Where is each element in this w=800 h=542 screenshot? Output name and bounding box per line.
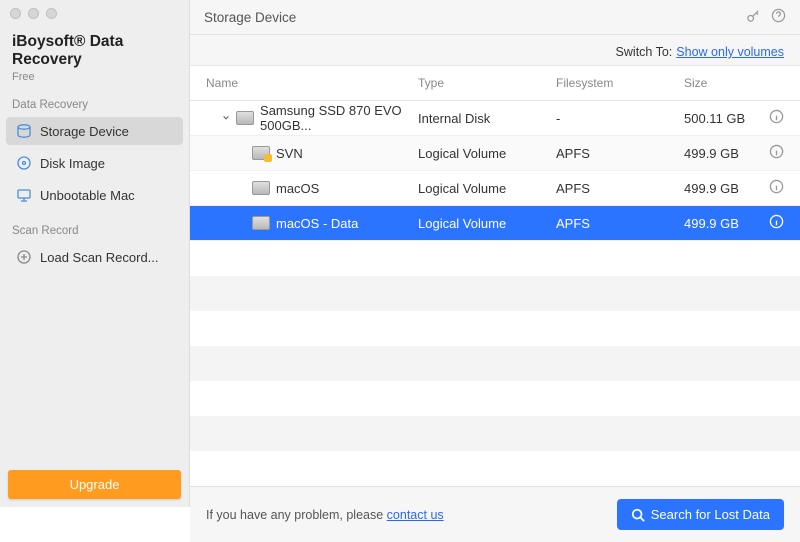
nav-label: Disk Image — [40, 156, 105, 171]
table-body: Samsung SSD 870 EVO 500GB...Internal Dis… — [190, 101, 800, 486]
nav-label: Unbootable Mac — [40, 188, 135, 203]
disk-icon — [236, 111, 254, 125]
upgrade-button[interactable]: Upgrade — [8, 470, 181, 499]
disk-image-icon — [16, 155, 32, 171]
nav-storage-device[interactable]: Storage Device — [6, 117, 183, 145]
contact-link[interactable]: contact us — [387, 508, 444, 522]
nav-label: Storage Device — [40, 124, 129, 139]
table-row[interactable]: macOS Logical VolumeAPFS499.9 GB — [190, 171, 800, 206]
help-icon[interactable] — [771, 8, 786, 26]
section-data-recovery: Data Recovery — [0, 85, 189, 115]
load-icon — [16, 249, 32, 265]
disk-icon — [252, 146, 270, 160]
row-size: 500.11 GB — [684, 111, 760, 126]
col-type: Type — [418, 76, 556, 90]
row-fs: - — [556, 111, 684, 126]
row-type: Internal Disk — [418, 111, 556, 126]
switch-label: Switch To: — [616, 45, 673, 59]
row-name: macOS - Data — [276, 216, 358, 231]
row-size: 499.9 GB — [684, 216, 760, 231]
row-type: Logical Volume — [418, 146, 556, 161]
app-brand: iBoysoft® Data Recovery Free — [0, 27, 189, 85]
col-name: Name — [206, 76, 418, 90]
zoom-window[interactable] — [46, 8, 57, 19]
storage-icon — [16, 123, 32, 139]
search-icon — [631, 508, 645, 522]
device-table: Name Type Filesystem Size Samsung SSD 87… — [190, 65, 800, 486]
app-name: iBoysoft® Data Recovery — [12, 33, 177, 69]
nav-label: Load Scan Record... — [40, 250, 159, 265]
switch-link[interactable]: Show only volumes — [676, 45, 784, 59]
table-header: Name Type Filesystem Size — [190, 66, 800, 101]
col-size: Size — [684, 76, 760, 90]
row-name: Samsung SSD 870 EVO 500GB... — [260, 103, 418, 133]
close-window[interactable] — [10, 8, 21, 19]
key-icon[interactable] — [746, 8, 761, 26]
info-button[interactable] — [760, 109, 784, 127]
col-filesystem: Filesystem — [556, 76, 684, 90]
disk-icon — [252, 181, 270, 195]
disk-icon — [252, 216, 270, 230]
nav-disk-image[interactable]: Disk Image — [6, 149, 183, 177]
window-controls — [0, 0, 189, 27]
help-text: If you have any problem, please contact … — [206, 508, 444, 522]
mac-icon — [16, 187, 32, 203]
info-button[interactable] — [760, 214, 784, 232]
info-button[interactable] — [760, 144, 784, 162]
minimize-window[interactable] — [28, 8, 39, 19]
main-panel: Storage Device Switch To: Show only volu… — [190, 0, 800, 507]
table-row[interactable]: Samsung SSD 870 EVO 500GB...Internal Dis… — [190, 101, 800, 136]
sidebar: iBoysoft® Data Recovery Free Data Recove… — [0, 0, 190, 507]
switch-row: Switch To: Show only volumes — [190, 35, 800, 65]
row-name: macOS — [276, 181, 319, 196]
topbar: Storage Device — [190, 0, 800, 35]
info-button[interactable] — [760, 179, 784, 197]
search-lost-data-button[interactable]: Search for Lost Data — [617, 499, 784, 530]
chevron-down-icon[interactable] — [222, 113, 230, 123]
section-scan-record: Scan Record — [0, 211, 189, 241]
row-fs: APFS — [556, 216, 684, 231]
row-type: Logical Volume — [418, 216, 556, 231]
row-fs: APFS — [556, 181, 684, 196]
footer: If you have any problem, please contact … — [190, 486, 800, 542]
row-size: 499.9 GB — [684, 181, 760, 196]
page-title: Storage Device — [204, 10, 296, 25]
table-row[interactable]: macOS - Data Logical VolumeAPFS499.9 GB — [190, 206, 800, 241]
nav-unbootable-mac[interactable]: Unbootable Mac — [6, 181, 183, 209]
nav-load-scan-record[interactable]: Load Scan Record... — [6, 243, 183, 271]
row-size: 499.9 GB — [684, 146, 760, 161]
table-row[interactable]: SVN Logical VolumeAPFS499.9 GB — [190, 136, 800, 171]
app-plan: Free — [12, 71, 177, 83]
row-fs: APFS — [556, 146, 684, 161]
row-name: SVN — [276, 146, 303, 161]
row-type: Logical Volume — [418, 181, 556, 196]
